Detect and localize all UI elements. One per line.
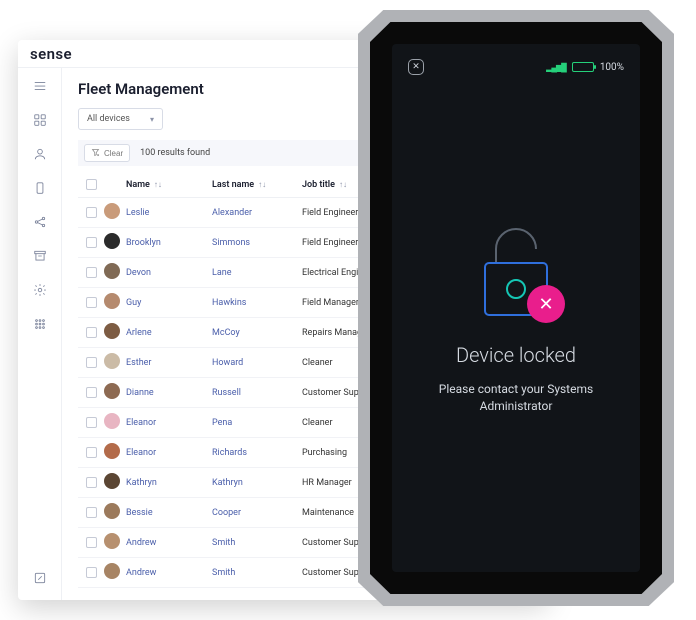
avatar xyxy=(104,323,120,339)
avatar xyxy=(104,563,120,579)
chevron-down-icon: ▾ xyxy=(150,115,154,124)
avatar xyxy=(104,233,120,249)
row-checkbox[interactable] xyxy=(86,447,97,458)
lock-denied-badge: ✕ xyxy=(527,285,565,323)
cell-last-name: Lane xyxy=(212,268,302,278)
cell-name: Bessie xyxy=(126,508,212,518)
cell-name: Eleanor xyxy=(126,448,212,458)
column-last-name[interactable]: Last name↑↓ xyxy=(212,180,302,190)
cell-last-name: Pena xyxy=(212,418,302,428)
lock-icon: ✕ xyxy=(461,219,571,329)
cell-name: Brooklyn xyxy=(126,238,212,248)
clear-button[interactable]: Clear xyxy=(84,144,130,162)
select-all-checkbox[interactable] xyxy=(86,179,97,190)
sidebar xyxy=(18,68,62,600)
lock-area: ✕ Device locked Please contact your Syst… xyxy=(408,76,624,558)
status-bar: ✕ ▂▄▆█ 100% xyxy=(408,58,624,76)
avatar xyxy=(104,533,120,549)
grid-icon[interactable] xyxy=(32,112,48,128)
avatar xyxy=(104,263,120,279)
row-checkbox[interactable] xyxy=(86,417,97,428)
cell-name: Devon xyxy=(126,268,212,278)
row-checkbox[interactable] xyxy=(86,207,97,218)
cell-name: Kathryn xyxy=(126,478,212,488)
avatar xyxy=(104,503,120,519)
cell-name: Andrew xyxy=(126,538,212,548)
device-filter-select[interactable]: All devices ▾ xyxy=(78,108,163,130)
device-bezel: ✕ ▂▄▆█ 100% ✕ Device locked xyxy=(370,22,662,594)
close-icon[interactable]: ✕ xyxy=(408,59,424,75)
share-icon[interactable] xyxy=(32,214,48,230)
row-checkbox[interactable] xyxy=(86,567,97,578)
locked-subtitle: Please contact your Systems Administrato… xyxy=(416,381,616,415)
menu-icon[interactable] xyxy=(32,78,48,94)
row-checkbox[interactable] xyxy=(86,387,97,398)
clear-label: Clear xyxy=(104,149,123,158)
avatar xyxy=(104,353,120,369)
row-checkbox[interactable] xyxy=(86,327,97,338)
battery-icon xyxy=(572,62,594,72)
cell-last-name: McCoy xyxy=(212,328,302,338)
battery-percent: 100% xyxy=(600,62,624,73)
row-checkbox[interactable] xyxy=(86,507,97,518)
row-checkbox[interactable] xyxy=(86,237,97,248)
user-icon[interactable] xyxy=(32,146,48,162)
cell-name: Dianne xyxy=(126,388,212,398)
avatar xyxy=(104,473,120,489)
column-name[interactable]: Name↑↓ xyxy=(126,180,212,190)
locked-title: Device locked xyxy=(456,343,576,367)
signal-icon: ▂▄▆█ xyxy=(546,63,566,72)
avatar xyxy=(104,413,120,429)
filter-selected-value: All devices xyxy=(87,114,130,124)
sort-icon: ↑↓ xyxy=(339,181,347,189)
cell-last-name: Howard xyxy=(212,358,302,368)
cell-last-name: Richards xyxy=(212,448,302,458)
cell-name: Andrew xyxy=(126,568,212,578)
cell-name: Arlene xyxy=(126,328,212,338)
cell-name: Guy xyxy=(126,298,212,308)
cell-last-name: Alexander xyxy=(212,208,302,218)
filter-icon xyxy=(91,148,100,159)
avatar xyxy=(104,293,120,309)
logo: sense xyxy=(30,45,72,63)
gear-icon[interactable] xyxy=(32,282,48,298)
cell-last-name: Smith xyxy=(212,538,302,548)
device-screen: ✕ ▂▄▆█ 100% ✕ Device locked xyxy=(392,44,640,572)
row-checkbox[interactable] xyxy=(86,477,97,488)
cell-last-name: Russell xyxy=(212,388,302,398)
sort-icon: ↑↓ xyxy=(258,181,266,189)
device-icon[interactable] xyxy=(32,180,48,196)
cell-last-name: Kathryn xyxy=(212,478,302,488)
cell-last-name: Cooper xyxy=(212,508,302,518)
sort-icon: ↑↓ xyxy=(154,181,162,189)
cell-last-name: Hawkins xyxy=(212,298,302,308)
cell-name: Eleanor xyxy=(126,418,212,428)
results-count: 100 results found xyxy=(140,148,210,158)
device-frame: ✕ ▂▄▆█ 100% ✕ Device locked xyxy=(358,10,674,606)
edit-icon[interactable] xyxy=(32,570,48,586)
avatar xyxy=(104,443,120,459)
cell-name: Leslie xyxy=(126,208,212,218)
cell-last-name: Smith xyxy=(212,568,302,578)
row-checkbox[interactable] xyxy=(86,267,97,278)
row-checkbox[interactable] xyxy=(86,357,97,368)
archive-icon[interactable] xyxy=(32,248,48,264)
row-checkbox[interactable] xyxy=(86,297,97,308)
apps-icon[interactable] xyxy=(32,316,48,332)
row-checkbox[interactable] xyxy=(86,537,97,548)
cell-last-name: Simmons xyxy=(212,238,302,248)
avatar xyxy=(104,383,120,399)
avatar xyxy=(104,203,120,219)
cell-name: Esther xyxy=(126,358,212,368)
